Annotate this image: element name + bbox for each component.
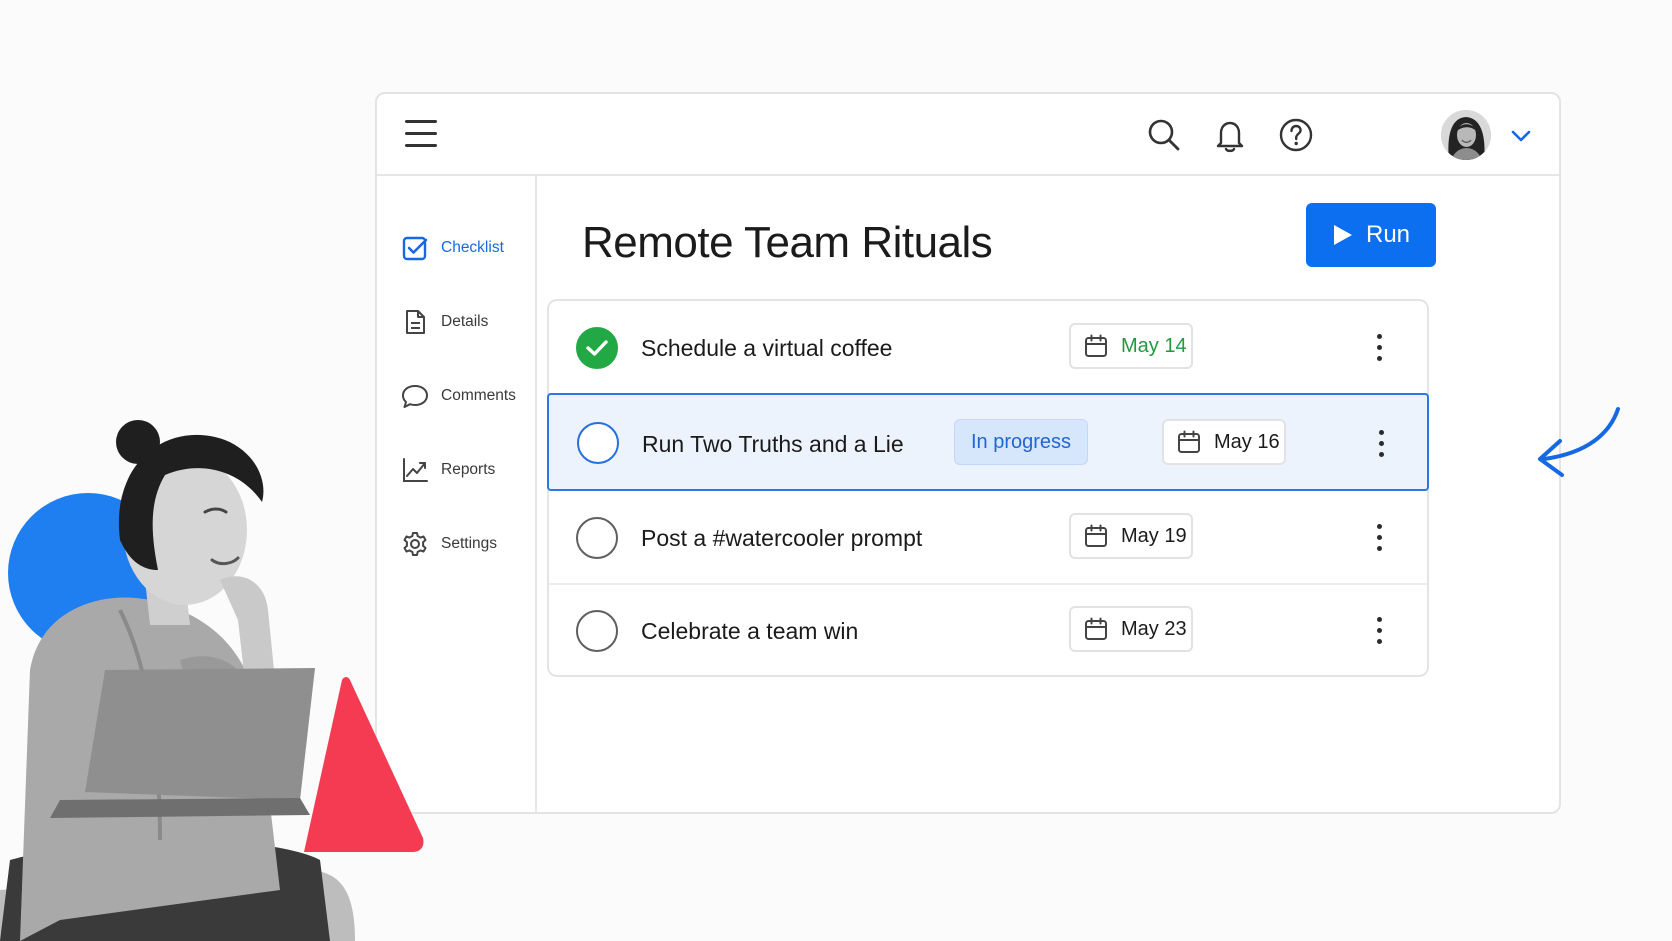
task-label: Post a #watercooler prompt <box>641 525 923 551</box>
sidebar-item-details[interactable]: Details <box>401 302 531 342</box>
sidebar-item-checklist[interactable]: Checklist <box>401 228 531 268</box>
app-window: Checklist Details Comments Reports Setti… <box>375 92 1561 814</box>
marketing-stage: Checklist Details Comments Reports Setti… <box>0 0 1672 941</box>
more-options-icon[interactable] <box>1364 327 1394 367</box>
task-checkbox[interactable] <box>576 610 618 652</box>
checkmark-icon <box>586 340 608 356</box>
page-title: Remote Team Rituals <box>582 218 993 267</box>
due-date-chip[interactable]: May 23 <box>1069 606 1193 652</box>
chevron-down-icon[interactable] <box>1509 124 1533 148</box>
sidebar-item-label: Details <box>441 313 489 330</box>
calendar-icon <box>1178 430 1200 453</box>
arrow-pointer-icon <box>1538 407 1620 477</box>
task-row[interactable]: Celebrate a team win May 23 <box>549 585 1427 677</box>
help-icon[interactable] <box>1277 116 1315 154</box>
calendar-icon <box>1085 524 1107 547</box>
person-with-laptop-illustration <box>0 420 355 941</box>
due-date-chip[interactable]: May 14 <box>1069 323 1193 369</box>
task-row[interactable]: Run Two Truths and a Lie In progress May… <box>547 393 1429 491</box>
hamburger-menu-icon[interactable] <box>405 120 439 150</box>
sidebar-item-label: Comments <box>441 387 516 404</box>
more-options-icon[interactable] <box>1364 517 1394 557</box>
gear-icon <box>403 532 427 556</box>
line-chart-icon <box>403 458 428 482</box>
speech-bubble-icon <box>402 385 428 408</box>
sidebar-item-label: Reports <box>441 461 496 478</box>
run-button-label: Run <box>1365 221 1411 248</box>
document-icon <box>406 310 425 334</box>
calendar-icon <box>1085 334 1107 357</box>
due-date-label: May 16 <box>1214 430 1280 453</box>
due-date-label: May 19 <box>1121 524 1187 547</box>
due-date-chip[interactable]: May 19 <box>1069 513 1193 559</box>
sidebar-item-comments[interactable]: Comments <box>401 376 531 416</box>
status-badge: In progress <box>954 419 1089 465</box>
task-row[interactable]: Post a #watercooler prompt May 19 <box>549 491 1427 585</box>
due-date-label: May 23 <box>1121 617 1187 640</box>
sidebar-item-settings[interactable]: Settings <box>401 524 531 564</box>
checkbox-icon <box>402 236 428 261</box>
calendar-icon <box>1085 617 1107 640</box>
play-icon <box>1333 225 1352 245</box>
due-date-chip[interactable]: May 16 <box>1162 419 1286 465</box>
bell-icon[interactable] <box>1211 116 1249 154</box>
top-bar <box>377 94 1559 176</box>
task-label: Run Two Truths and a Lie <box>642 431 904 457</box>
sidebar-item-label: Checklist <box>441 239 504 256</box>
due-date-label: May 14 <box>1121 334 1187 357</box>
task-list: Schedule a virtual coffee May 14 Run Two… <box>547 299 1429 677</box>
more-options-icon[interactable] <box>1366 423 1396 463</box>
task-label: Celebrate a team win <box>641 618 859 644</box>
sidebar-item-label: Settings <box>441 535 498 552</box>
task-checkbox[interactable] <box>577 422 619 464</box>
task-label: Schedule a virtual coffee <box>641 335 893 361</box>
task-checkbox[interactable] <box>576 517 618 559</box>
sidebar-item-reports[interactable]: Reports <box>401 450 531 490</box>
user-avatar[interactable] <box>1441 110 1491 160</box>
task-checkbox[interactable] <box>576 327 618 369</box>
task-row[interactable]: Schedule a virtual coffee May 14 <box>549 301 1427 395</box>
search-icon[interactable] <box>1145 116 1183 154</box>
more-options-icon[interactable] <box>1364 610 1394 650</box>
run-button[interactable]: Run <box>1306 203 1436 267</box>
